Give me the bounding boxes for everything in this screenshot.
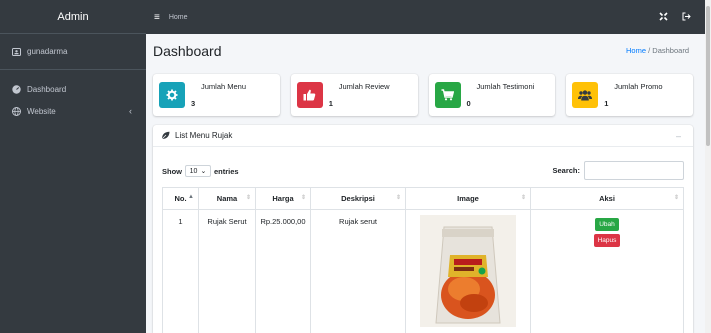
search-input[interactable] [584,161,684,180]
chevron-left-icon: ‹ [129,106,132,116]
cart-icon [434,82,461,108]
table-search: Search: [552,161,684,180]
topbar-right [659,0,691,34]
user-card-icon [12,47,21,56]
info-box-label: Jumlah Review [338,82,390,91]
info-box-promo: Jumlah Promo 1 [566,74,693,116]
info-boxes: Jumlah Menu 3 Jumlah Review 1 Jumlah Tes… [153,74,693,116]
thumbs-up-icon [296,82,323,108]
search-label: Search: [552,166,580,175]
breadcrumb-home[interactable]: Home [626,46,646,55]
info-box-review: Jumlah Review 1 [290,74,418,116]
info-box-label: Jumlah Promo [614,82,663,91]
leaf-icon [161,131,170,140]
header-label: Harga [272,194,294,203]
entries-label: entries [214,166,239,176]
column-header-aksi[interactable]: Aksi ⇕ [530,187,684,210]
sidebar-item-label: Website [27,106,56,116]
header-label: No. [174,194,187,203]
fullscreen-icon[interactable] [659,11,668,23]
entries-select[interactable]: 10 ⌄ [185,165,211,177]
card-title: List Menu Rujak [175,131,233,140]
info-box-menu: Jumlah Menu 3 [153,74,280,116]
sort-icon: ⇕ [395,195,401,201]
users-icon [572,82,599,108]
info-box-label: Jumlah Testimoni [476,82,535,91]
cell-aksi: Ubah Hapus [530,209,684,333]
content-wrapper: Dashboard Home / Dashboard Jumlah Menu 3… [146,34,705,333]
sort-icon: ⇕ [300,195,306,201]
home-link[interactable]: Home [169,14,188,21]
breadcrumb: Home / Dashboard [626,46,689,55]
delete-button[interactable]: Hapus [593,234,621,247]
info-box-value: 1 [328,99,333,108]
info-box-value: 0 [466,99,471,108]
cell-harga: Rp.25.000,00 [255,209,311,333]
header-label: Nama [216,194,238,203]
column-header-harga[interactable]: Harga ⇕ [255,187,311,210]
table-controls: Show 10 ⌄ entries Search: [162,161,684,181]
sidebar-item-website[interactable]: Website ‹ [0,100,146,122]
table-row: 1 Rujak Serut Rp.25.000,00 Rujak serut U… [162,209,684,333]
column-header-image[interactable]: Image ⇕ [405,187,531,210]
brand-link[interactable]: Admin [0,0,146,34]
scrollbar-thumb[interactable] [706,6,710,146]
sidebar-item-label: Dashboard [27,84,67,94]
show-label: Show [162,166,182,176]
column-header-no[interactable]: No. ▲ [162,187,199,210]
collapse-icon[interactable]: – [676,131,681,141]
cell-deskripsi: Rujak serut [310,209,406,333]
column-header-nama[interactable]: Nama ⇕ [198,187,256,210]
menu-table: No. ▲ Nama ⇕ Harga ⇕ Deskripsi ⇕ Image ⇕ Aksi… [162,187,684,333]
sidebar-nav: Dashboard Website ‹ [0,70,146,122]
sort-icon: ⇕ [520,195,526,201]
header-label: Deskripsi [341,194,375,203]
breadcrumb-current: Dashboard [652,46,689,55]
sort-asc-icon: ▲ [188,194,194,200]
user-panel[interactable]: gunadarma [0,34,146,70]
rujak-product-image [420,215,516,327]
gear-icon [159,82,185,108]
info-box-testimoni: Jumlah Testimoni 0 [428,74,556,116]
cell-image [405,209,531,333]
sort-icon: ⇕ [673,195,679,201]
table-header-row: No. ▲ Nama ⇕ Harga ⇕ Deskripsi ⇕ Image ⇕ Aksi… [162,187,684,210]
cell-nama: Rujak Serut [198,209,256,333]
topbar: ≡ Home [146,0,705,34]
dashboard-icon [12,84,21,94]
edit-button[interactable]: Ubah [595,218,619,231]
cell-no: 1 [162,209,199,333]
info-box-value: 3 [191,99,196,108]
chevron-down-icon: ⌄ [200,168,207,175]
menu-card: List Menu Rujak – Show 10 ⌄ entries Sear… [153,125,693,333]
globe-icon [12,106,21,116]
sort-icon: ⇕ [245,195,251,201]
info-box-value: 1 [604,99,609,108]
logout-icon[interactable] [682,12,691,23]
header-label: Aksi [599,194,615,203]
entries-length: Show 10 ⌄ entries [162,165,239,177]
header-label: Image [457,194,479,203]
page-title: Dashboard [153,43,222,59]
hamburger-menu-icon[interactable]: ≡ [154,12,160,23]
page-scrollbar[interactable] [705,0,711,333]
breadcrumb-separator: / [648,46,651,55]
column-header-deskripsi[interactable]: Deskripsi ⇕ [310,187,406,210]
card-header: List Menu Rujak – [153,125,693,147]
sidebar-item-dashboard[interactable]: Dashboard [0,78,146,100]
entries-value: 10 [189,167,198,175]
info-box-label: Jumlah Menu [201,82,247,91]
sidebar: Admin gunadarma Dashboard Website ‹ [0,0,146,333]
user-name: gunadarma [27,47,68,56]
